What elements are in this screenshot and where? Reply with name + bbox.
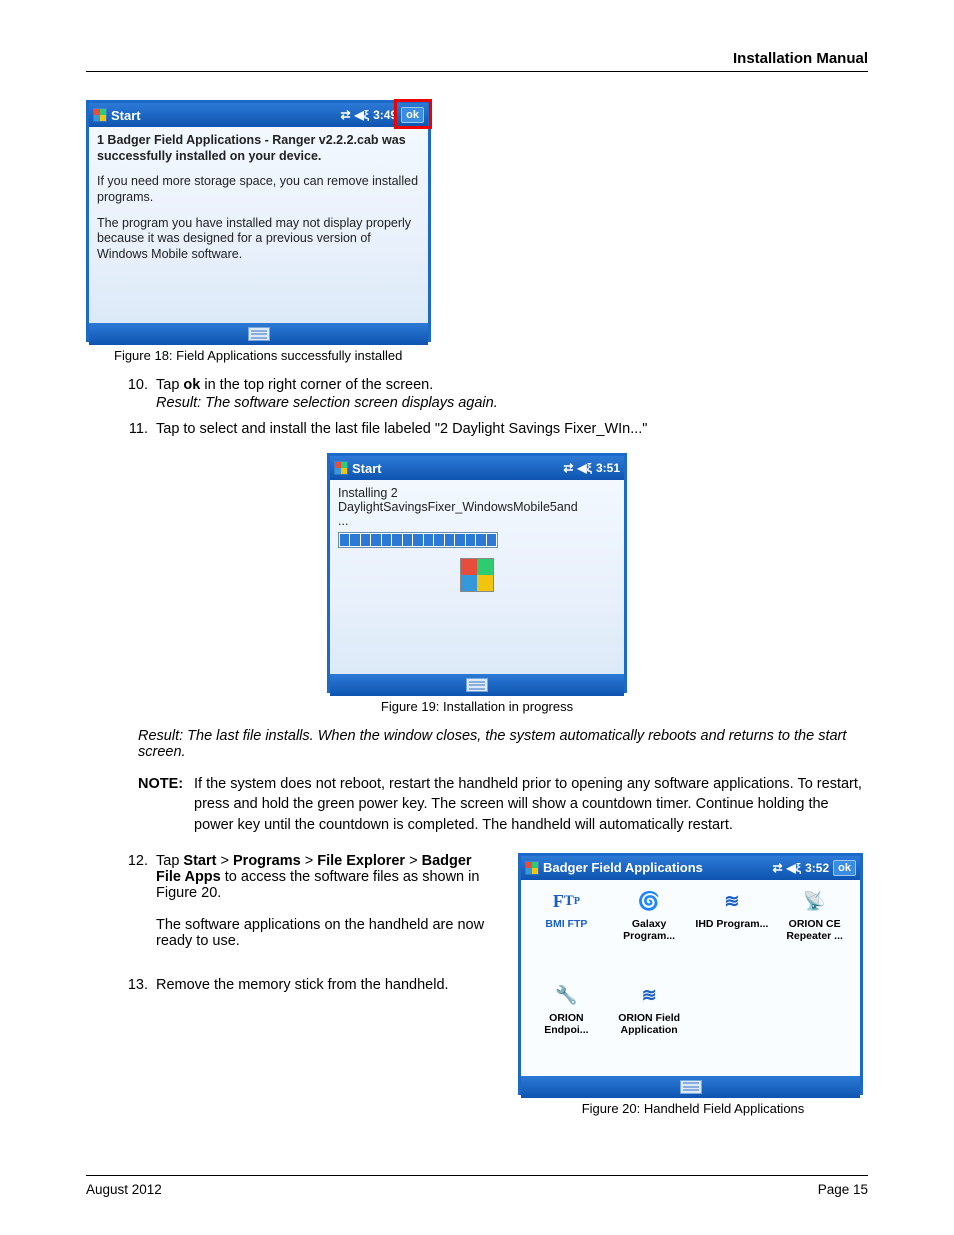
- status-area: ⇄ ◀ξ 3:51: [563, 461, 620, 475]
- ok-button[interactable]: ok: [401, 107, 424, 123]
- ftp-icon: FTP: [527, 888, 606, 916]
- app-label: ORION CE Repeater ...: [775, 918, 854, 942]
- wm-body: Installing 2 DaylightSavingsFixer_Window…: [330, 480, 624, 674]
- step10-result: Result: The software selection screen di…: [156, 395, 868, 411]
- result-long: Result: The last file installs. When the…: [138, 728, 868, 760]
- step10-post: in the top right corner of the screen.: [200, 377, 433, 393]
- footer-page: Page 15: [818, 1182, 868, 1197]
- galaxy-icon: 🌀: [610, 888, 689, 916]
- signal-icon: 📡: [775, 888, 854, 916]
- titlebar-text: Start: [352, 461, 382, 476]
- windows-flag-icon: [525, 861, 539, 875]
- clock-text: 3:52: [805, 861, 829, 875]
- footer-date: August 2012: [86, 1182, 162, 1197]
- app-orion-field[interactable]: ≋ ORION Field Application: [608, 978, 691, 1072]
- app-label: ORION Field Application: [610, 1012, 689, 1036]
- wm-body: 1 Badger Field Applications - Ranger v2.…: [89, 127, 428, 323]
- step13-text: Remove the memory stick from the handhel…: [156, 977, 490, 993]
- app-ihd[interactable]: ≋ IHD Program...: [691, 884, 774, 978]
- wave-icon: ≋: [610, 982, 689, 1010]
- fig19-caption: Figure 19: Installation in progress: [327, 699, 627, 714]
- wm-titlebar: Start ⇄ ◀ξ 3:51: [330, 456, 624, 480]
- app-orion-ce[interactable]: 📡 ORION CE Repeater ...: [773, 884, 856, 978]
- connectivity-icon: ⇄: [340, 108, 350, 122]
- volume-icon: ◀ξ: [577, 461, 592, 475]
- app-bmi-ftp[interactable]: FTP BMI FTP: [525, 884, 608, 978]
- step10-pre: Tap: [156, 377, 183, 393]
- fig20-caption: Figure 20: Handheld Field Applications: [518, 1101, 868, 1116]
- volume-icon: ◀ξ: [787, 861, 802, 875]
- wm-softbar: [330, 674, 624, 696]
- wm-softbar: [89, 323, 428, 345]
- antenna-icon: 🔧: [527, 982, 606, 1010]
- keyboard-icon[interactable]: [680, 1080, 702, 1094]
- install-line2: DaylightSavingsFixer_WindowsMobile5and: [338, 500, 616, 514]
- titlebar-text: Start: [111, 108, 141, 123]
- page-header-title: Installation Manual: [86, 50, 868, 71]
- windows-flag-icon: [93, 108, 107, 122]
- install-line3: ...: [338, 514, 616, 528]
- app-label: ORION Endpoi...: [527, 1012, 606, 1036]
- keyboard-icon[interactable]: [466, 678, 488, 692]
- keyboard-icon[interactable]: [248, 327, 270, 341]
- windows-flag-icon: [334, 461, 348, 475]
- progress-bar: [338, 532, 498, 548]
- wm-softbar: [521, 1076, 860, 1098]
- status-area: ⇄ ◀ξ 3:49 ok: [340, 107, 424, 123]
- wave-icon: ≋: [693, 888, 772, 916]
- step11-text: Tap to select and install the last file …: [156, 421, 868, 437]
- step12-line: Tap Start > Programs > File Explorer > B…: [156, 853, 479, 901]
- step-num-11: 11.: [126, 421, 156, 437]
- header-rule: [86, 71, 868, 72]
- connectivity-icon: ⇄: [563, 461, 573, 475]
- step12-para2: The software applications on the handhel…: [156, 917, 490, 949]
- fig19-screenshot: Start ⇄ ◀ξ 3:51 Installing 2 DaylightSav…: [327, 453, 627, 693]
- app-label: IHD Program...: [693, 918, 772, 930]
- app-galaxy[interactable]: 🌀 Galaxy Program...: [608, 884, 691, 978]
- install-storage-msg: If you need more storage space, you can …: [97, 174, 420, 205]
- wm-titlebar: Badger Field Applications ⇄ ◀ξ 3:52 ok: [521, 856, 860, 880]
- fig20-screenshot: Badger Field Applications ⇄ ◀ξ 3:52 ok F…: [518, 853, 863, 1095]
- connectivity-icon: ⇄: [772, 861, 782, 875]
- status-area: ⇄ ◀ξ 3:52 ok: [772, 860, 856, 876]
- app-label: Galaxy Program...: [610, 918, 689, 942]
- ok-button[interactable]: ok: [833, 860, 856, 876]
- app-orion-endpoint[interactable]: 🔧 ORION Endpoi...: [525, 978, 608, 1072]
- note-text: If the system does not reboot, restart t…: [194, 774, 868, 835]
- fig18-screenshot: Start ⇄ ◀ξ 3:49 ok 1 Badger Field Applic…: [86, 100, 431, 342]
- step-num-12: 12.: [126, 853, 156, 949]
- clock-text: 3:49: [373, 108, 397, 122]
- fig18-caption: Figure 18: Field Applications successful…: [114, 348, 868, 363]
- titlebar-text: Badger Field Applications: [543, 860, 703, 875]
- app-label: BMI FTP: [527, 918, 606, 930]
- wm-titlebar: Start ⇄ ◀ξ 3:49 ok: [89, 103, 428, 127]
- note-label: NOTE:: [138, 774, 194, 835]
- page-footer: August 2012 Page 15: [86, 1175, 868, 1197]
- install-line1: Installing 2: [338, 486, 616, 500]
- install-warn-msg: The program you have installed may not d…: [97, 216, 420, 263]
- clock-text: 3:51: [596, 461, 620, 475]
- volume-icon: ◀ξ: [355, 108, 370, 122]
- step10-bold: ok: [183, 377, 200, 393]
- windows-logo-icon: [460, 558, 494, 592]
- install-success-msg: 1 Badger Field Applications - Ranger v2.…: [97, 133, 420, 164]
- step-num-10: 10.: [126, 377, 156, 411]
- step-num-13: 13.: [126, 977, 156, 993]
- app-grid: FTP BMI FTP 🌀 Galaxy Program... ≋ IHD Pr…: [521, 880, 860, 1076]
